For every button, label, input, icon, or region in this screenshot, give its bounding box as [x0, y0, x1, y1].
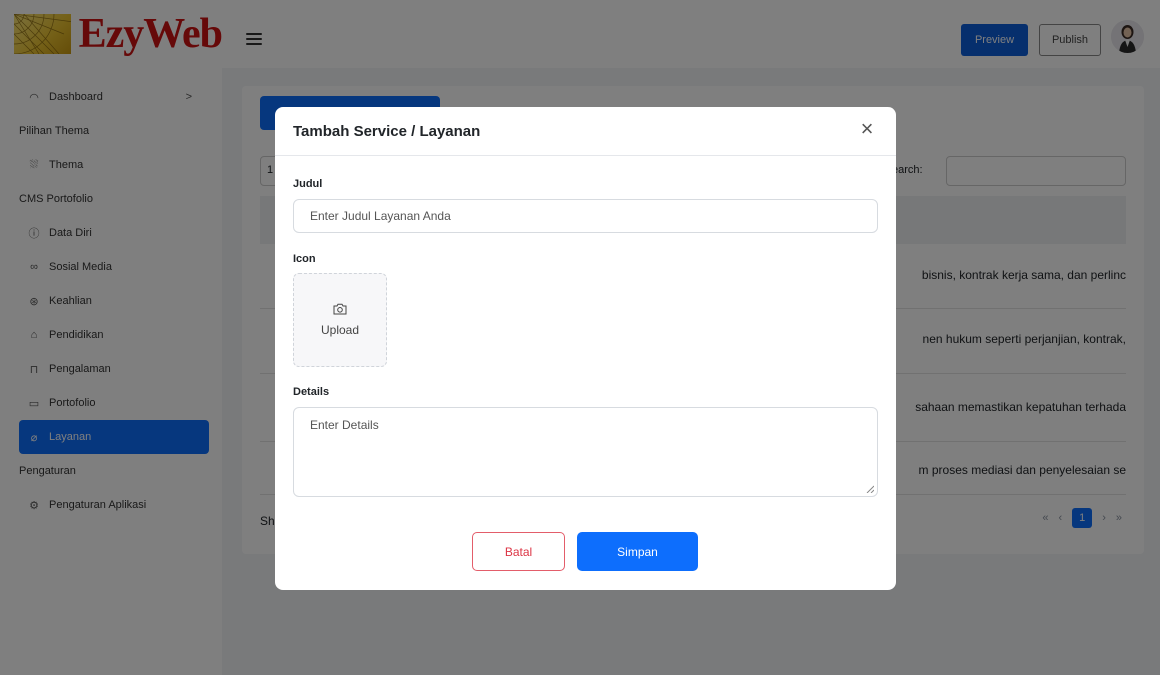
details-textarea[interactable]: Enter Details	[293, 407, 878, 497]
camera-icon	[333, 303, 347, 315]
close-icon[interactable]: ×	[856, 118, 878, 141]
judul-label: Judul	[293, 178, 323, 190]
upload-label: Upload	[320, 323, 360, 337]
details-placeholder: Enter Details	[310, 418, 379, 432]
add-service-modal: Tambah Service / Layanan × Judul Enter J…	[275, 107, 896, 590]
save-button[interactable]: Simpan	[577, 532, 698, 571]
cancel-button[interactable]: Batal	[472, 532, 565, 571]
resize-grip-icon[interactable]	[866, 485, 874, 493]
modal-title: Tambah Service / Layanan	[293, 123, 481, 140]
modal-divider	[275, 155, 896, 156]
judul-input[interactable]: Enter Judul Layanan Anda	[293, 199, 878, 233]
icon-label: Icon	[293, 253, 316, 265]
icon-upload-button[interactable]: Upload	[293, 273, 387, 367]
details-label: Details	[293, 386, 330, 398]
